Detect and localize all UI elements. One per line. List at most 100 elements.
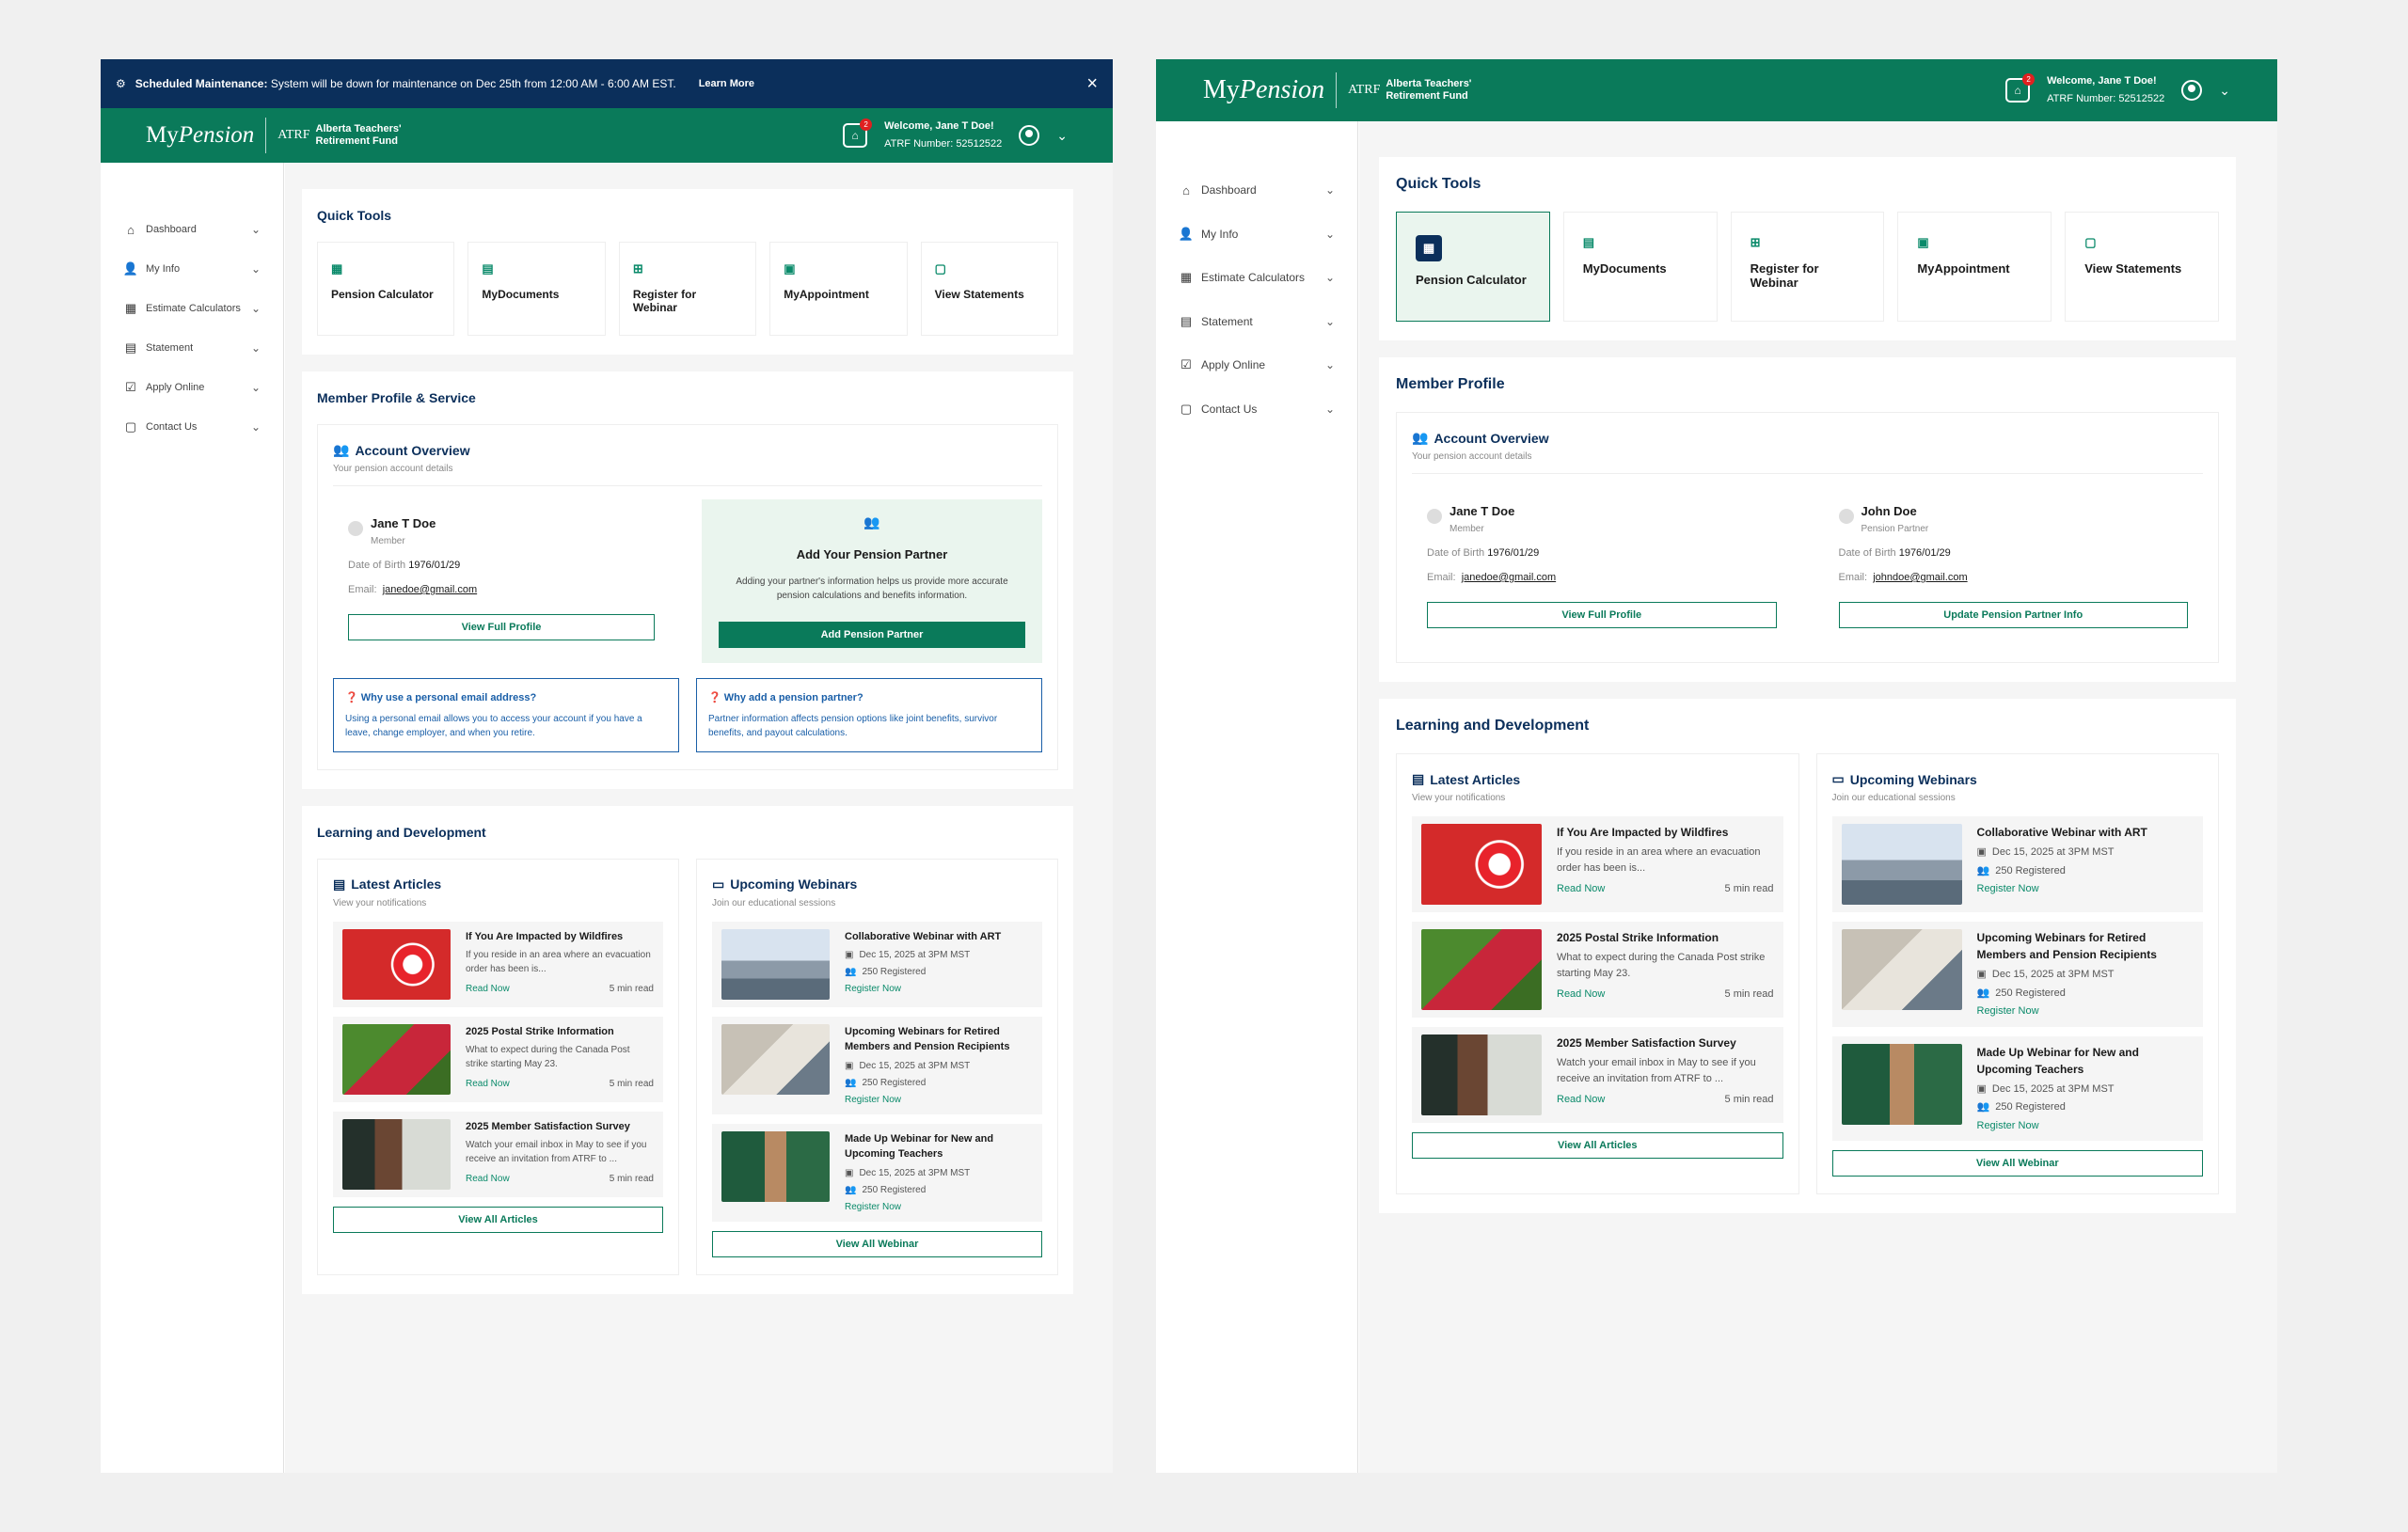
register-now-link[interactable]: Register Now [845,1200,1033,1214]
learn-more-link[interactable]: Learn More [699,78,754,89]
faq-question[interactable]: ❓ Why use a personal email address? [345,690,667,706]
logo[interactable]: MyPension ATRF Alberta Teachers' Retireme… [146,118,402,153]
close-icon[interactable]: × [1086,74,1098,93]
sidebar-item-my-info[interactable]: 👤 My Info ⌄ [101,249,283,289]
sidebar-item-statement[interactable]: ▤ Statement ⌄ [101,328,283,368]
chevron-down-icon[interactable]: ⌄ [2219,83,2230,99]
upcoming-webinars-panel: ▭ Upcoming Webinars Join our educational … [696,858,1058,1275]
sidebar-item-estimate-calculators[interactable]: ▦ Estimate Calculators ⌄ [1156,256,1357,300]
view-all-webinar-button[interactable]: View All Webinar [712,1230,1042,1257]
email-label: Email: [1838,572,1868,583]
sidebar-item-dashboard[interactable]: ⌂ Dashboard ⌄ [1156,168,1357,213]
tool-view-statements[interactable]: ▢ View Statements [920,242,1059,336]
tool-myappointment[interactable]: ▣ MyAppointment [769,242,908,336]
article-thumbnail [342,1118,451,1190]
chevron-down-icon[interactable]: ⌄ [1325,315,1335,328]
faq-question[interactable]: ❓ Why add a pension partner? [708,690,1030,706]
view-all-articles-button[interactable]: View All Articles [333,1206,663,1233]
article-item[interactable]: 2025 Postal Strike Information What to ex… [1412,922,1783,1018]
sidebar-item-estimate-calculators[interactable]: ▦ Estimate Calculators ⌄ [101,289,283,328]
view-all-articles-button[interactable]: View All Articles [1412,1132,1783,1159]
article-item[interactable]: If You Are Impacted by Wildfires If you r… [333,921,663,1007]
statement-icon: ▤ [124,340,137,355]
tool-pension-calculator[interactable]: ▦ Pension Calculator [1396,212,1550,322]
register-now-link[interactable]: Register Now [1977,881,2194,897]
webinar-text: Collaborative Webinar with ART ▣ Dec 15, 2… [845,929,1033,1000]
sidebar-item-my-info[interactable]: 👤 My Info ⌄ [1156,213,1357,257]
tool-register-for-webinar[interactable]: ⊞ Register for Webinar [618,242,757,336]
calendar-icon: ▣ [1917,235,1929,249]
tool-mydocuments[interactable]: ▤ MyDocuments [1562,212,1718,322]
add-pension-partner-button[interactable]: Add Pension Partner [719,622,1025,648]
logo[interactable]: MyPension ATRF Alberta Teachers' Retireme… [1203,72,1471,108]
tool-label: MyAppointment [1917,261,2010,276]
webinar-registered-text: 250 Registered [862,967,927,977]
chevron-down-icon[interactable]: ⌄ [251,223,261,236]
article-item[interactable]: 2025 Postal Strike Information What to ex… [333,1016,663,1102]
read-now-link[interactable]: Read Now [1557,881,1605,897]
webinar-item[interactable]: Made Up Webinar for New and Upcoming Tea… [1831,1035,2203,1141]
partner-name: John Doe [1861,504,1917,518]
tool-view-statements[interactable]: ▢ View Statements [2065,212,2219,322]
sidebar: ⌂ Dashboard ⌄ 👤 My Info ⌄ ▦ Estimate Calculator… [101,163,284,1473]
sidebar-item-dashboard[interactable]: ⌂ Dashboard ⌄ [101,210,283,249]
header: MyPension ATRF Alberta Teachers' Retireme… [101,108,1113,163]
view-full-profile-button[interactable]: View Full Profile [1427,602,1777,628]
register-now-link[interactable]: Register Now [1977,1118,2194,1134]
chevron-down-icon[interactable]: ⌄ [251,262,261,276]
email-value[interactable]: janedoe@gmail.com [1462,572,1556,583]
webinar-item[interactable]: Upcoming Webinars for Retired Members an… [712,1016,1042,1114]
sidebar-item-contact-us[interactable]: ▢ Contact Us ⌄ [101,407,283,447]
chevron-down-icon[interactable]: ⌄ [1056,128,1068,144]
article-item[interactable]: 2025 Member Satisfaction Survey Watch you… [1412,1027,1783,1123]
webinar-item[interactable]: Upcoming Webinars for Retired Members an… [1831,922,2203,1027]
notification-icon[interactable]: ⌂ 2 [2005,73,2036,103]
webinar-item[interactable]: Collaborative Webinar with ART ▣ Dec 15, 2… [1831,816,2203,912]
article-item[interactable]: 2025 Member Satisfaction Survey Watch you… [333,1111,663,1197]
read-now-link[interactable]: Read Now [1557,1092,1605,1108]
webinar-title: Upcoming Webinars for Retired Members an… [1976,931,2157,961]
email-value[interactable]: johndoe@gmail.com [1873,572,1967,583]
view-full-profile-button[interactable]: View Full Profile [348,614,655,640]
email-label: Email: [1427,572,1456,583]
sidebar-item-apply-online[interactable]: ☑ Apply Online ⌄ [1156,343,1357,387]
tool-myappointment[interactable]: ▣ MyAppointment [1897,212,2052,322]
chevron-down-icon[interactable]: ⌄ [1325,403,1335,416]
sidebar-item-label: Estimate Calculators [1201,271,1306,285]
chevron-down-icon[interactable]: ⌄ [251,302,261,315]
email-value[interactable]: janedoe@gmail.com [383,584,477,595]
article-item[interactable]: If You Are Impacted by Wildfires If you r… [1412,816,1783,912]
chevron-down-icon[interactable]: ⌄ [1325,228,1335,241]
avatar-icon[interactable] [1019,125,1040,146]
register-now-link[interactable]: Register Now [845,982,1033,996]
webinar-text: Upcoming Webinars for Retired Members an… [1977,929,2194,1019]
chevron-down-icon[interactable]: ⌄ [251,420,261,434]
tool-mydocuments[interactable]: ▤ MyDocuments [467,242,606,336]
notification-icon[interactable]: ⌂ 2 [843,118,873,148]
tool-pension-calculator[interactable]: ▦ Pension Calculator [317,242,455,336]
article-thumbnail [342,1023,451,1095]
view-all-webinar-button[interactable]: View All Webinar [1831,1150,2203,1177]
webinar-item[interactable]: Collaborative Webinar with ART ▣ Dec 15, 2… [712,921,1042,1007]
tool-register-for-webinar[interactable]: ⊞ Register for Webinar [1730,212,1885,322]
read-now-link[interactable]: Read Now [466,1172,510,1186]
sidebar-item-apply-online[interactable]: ☑ Apply Online ⌄ [101,368,283,407]
chevron-down-icon[interactable]: ⌄ [1325,358,1335,371]
member-role: Member [1450,524,1484,534]
read-now-link[interactable]: Read Now [466,982,510,996]
read-now-link[interactable]: Read Now [1557,987,1605,1003]
sidebar-item-contact-us[interactable]: ▢ Contact Us ⌄ [1156,387,1357,432]
chevron-down-icon[interactable]: ⌄ [251,381,261,394]
sidebar-item-statement[interactable]: ▤ Statement ⌄ [1156,300,1357,344]
chevron-down-icon[interactable]: ⌄ [251,341,261,355]
webinar-item[interactable]: Made Up Webinar for New and Upcoming Tea… [712,1123,1042,1222]
chevron-down-icon[interactable]: ⌄ [1325,271,1335,284]
article-footer: Read Now 5 min read [1557,881,1774,897]
calendar-icon: ▣ [1976,1082,1987,1095]
register-now-link[interactable]: Register Now [845,1093,1033,1107]
update-partner-button[interactable]: Update Pension Partner Info [1838,602,2188,628]
register-now-link[interactable]: Register Now [1977,1003,2194,1019]
chevron-down-icon[interactable]: ⌄ [1325,183,1335,197]
avatar-icon[interactable] [2181,80,2203,101]
read-now-link[interactable]: Read Now [466,1077,510,1091]
